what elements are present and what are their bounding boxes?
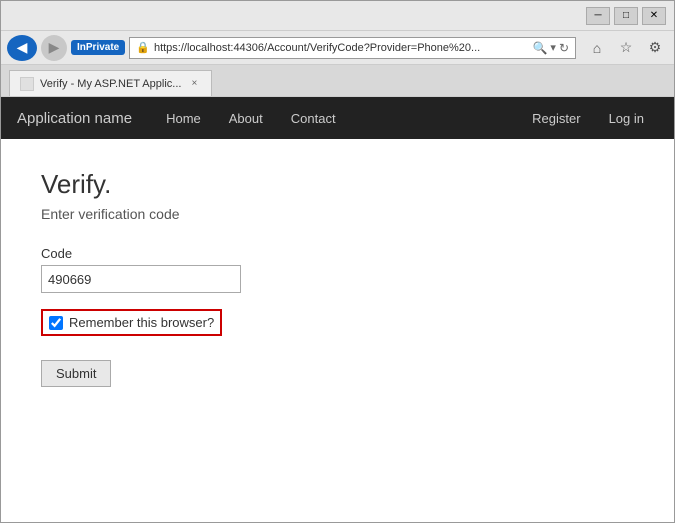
code-input[interactable] [41,265,241,293]
lock-icon-2: ▾ [550,41,556,54]
settings-button[interactable]: ⚙ [642,36,668,60]
page-content: Verify. Enter verification code Code Rem… [1,139,674,522]
remember-browser-checkbox[interactable] [49,316,63,330]
forward-icon: ▶ [49,39,60,56]
address-icons: 🔍 ▾ ↻ [532,41,569,55]
code-label: Code [41,246,634,261]
remember-browser-label: Remember this browser? [69,315,214,330]
title-bar-buttons: ─ □ ✕ [586,7,666,25]
lock-icon: 🔒 [136,41,150,54]
address-bar[interactable]: 🔒 https://localhost:44306/Account/Verify… [129,37,576,59]
page-title: Verify. [41,169,634,200]
browser-window: ─ □ ✕ ◀ ▶ InPrivate 🔒 https://localhost:… [0,0,675,523]
favorites-button[interactable]: ☆ [613,36,639,60]
refresh-icon[interactable]: ↻ [559,41,569,55]
app-brand[interactable]: Application name [17,110,132,127]
close-button[interactable]: ✕ [642,7,666,25]
tab-favicon [20,77,34,91]
nav-bar: ◀ ▶ InPrivate 🔒 https://localhost:44306/… [1,31,674,65]
app-navbar: Application name Home About Contact Regi… [1,97,674,139]
nav-link-login[interactable]: Log in [595,99,658,138]
minimize-button[interactable]: ─ [586,7,610,25]
app-nav-right: Register Log in [518,99,658,138]
nav-link-register[interactable]: Register [518,99,594,138]
search-icon: 🔍 [532,41,547,55]
tab-close-button[interactable]: × [187,77,201,91]
tab-bar: Verify - My ASP.NET Applic... × [1,65,674,97]
submit-button[interactable]: Submit [41,360,111,387]
code-form-group: Code [41,246,634,293]
nav-link-contact[interactable]: Contact [277,99,350,138]
back-icon: ◀ [17,39,28,56]
app-nav-links: Home About Contact [152,99,349,138]
nav-right-icons: ⌂ ☆ ⚙ [584,36,668,60]
home-button[interactable]: ⌂ [584,36,610,60]
page-subtitle: Enter verification code [41,206,634,222]
inprivate-badge: InPrivate [71,40,125,55]
maximize-button[interactable]: □ [614,7,638,25]
forward-button[interactable]: ▶ [41,35,67,61]
address-text: https://localhost:44306/Account/VerifyCo… [154,42,529,54]
remember-browser-group: Remember this browser? [41,309,222,336]
nav-link-home[interactable]: Home [152,99,215,138]
active-tab[interactable]: Verify - My ASP.NET Applic... × [9,70,212,96]
back-button[interactable]: ◀ [7,35,37,61]
tab-label: Verify - My ASP.NET Applic... [40,78,181,90]
title-bar: ─ □ ✕ [1,1,674,31]
nav-link-about[interactable]: About [215,99,277,138]
submit-group: Submit [41,360,634,387]
